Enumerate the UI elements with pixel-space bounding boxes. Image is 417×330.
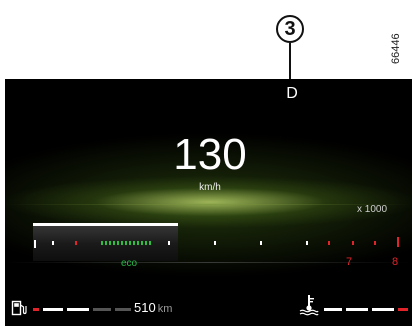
fuel-level-segment [115,308,131,311]
rpm-tick [214,241,216,245]
instrument-cluster-display: D 130 km/h x 1000 eco 7 8 510 km [5,79,412,326]
rpm-tick [52,241,54,245]
fuel-level-segment [43,308,63,311]
horizon-line [5,204,412,205]
rpm-tick [75,241,77,245]
figure-reference-code: 66446 [390,33,402,64]
temp-level-segment [324,308,342,311]
rpm-tick [328,241,330,245]
fuel-range-unit: km [157,303,173,315]
rpm-bar [33,223,178,226]
rpm-tick [306,241,308,245]
rpm-tick [168,241,170,245]
coolant-temperature-icon [299,295,319,316]
manual-figure: 3 66446 D 130 km/h x 1000 eco 7 8 510 km [0,0,417,330]
gear-indicator: D [286,85,298,102]
fuel-pump-icon [11,300,27,316]
speed-readout: 130 [173,130,247,179]
temp-level-high [398,308,408,311]
redline-marker [397,237,399,247]
temp-level-segment [346,308,368,311]
callout-leader-line [289,43,291,80]
rpm-mark-8: 8 [392,256,399,268]
rpm-needle-marker [34,240,36,248]
rpm-tick [374,241,376,245]
fuel-level-segment [67,308,89,311]
fuel-range: 510 km [134,300,172,315]
eco-label: eco [120,258,138,269]
fuel-level-segment [93,308,111,311]
callout-marker: 3 [276,15,304,43]
fuel-range-value: 510 [134,300,156,315]
eco-segment-dots [101,241,153,245]
rpm-tick [260,241,262,245]
rpm-tick [352,241,354,245]
rpm-scale-label: x 1000 [357,204,388,215]
fuel-level-low [33,308,39,311]
speed-unit: km/h [199,182,221,193]
speed-glow [5,79,412,326]
temp-level-segment [372,308,394,311]
rpm-mark-7: 7 [346,256,353,268]
